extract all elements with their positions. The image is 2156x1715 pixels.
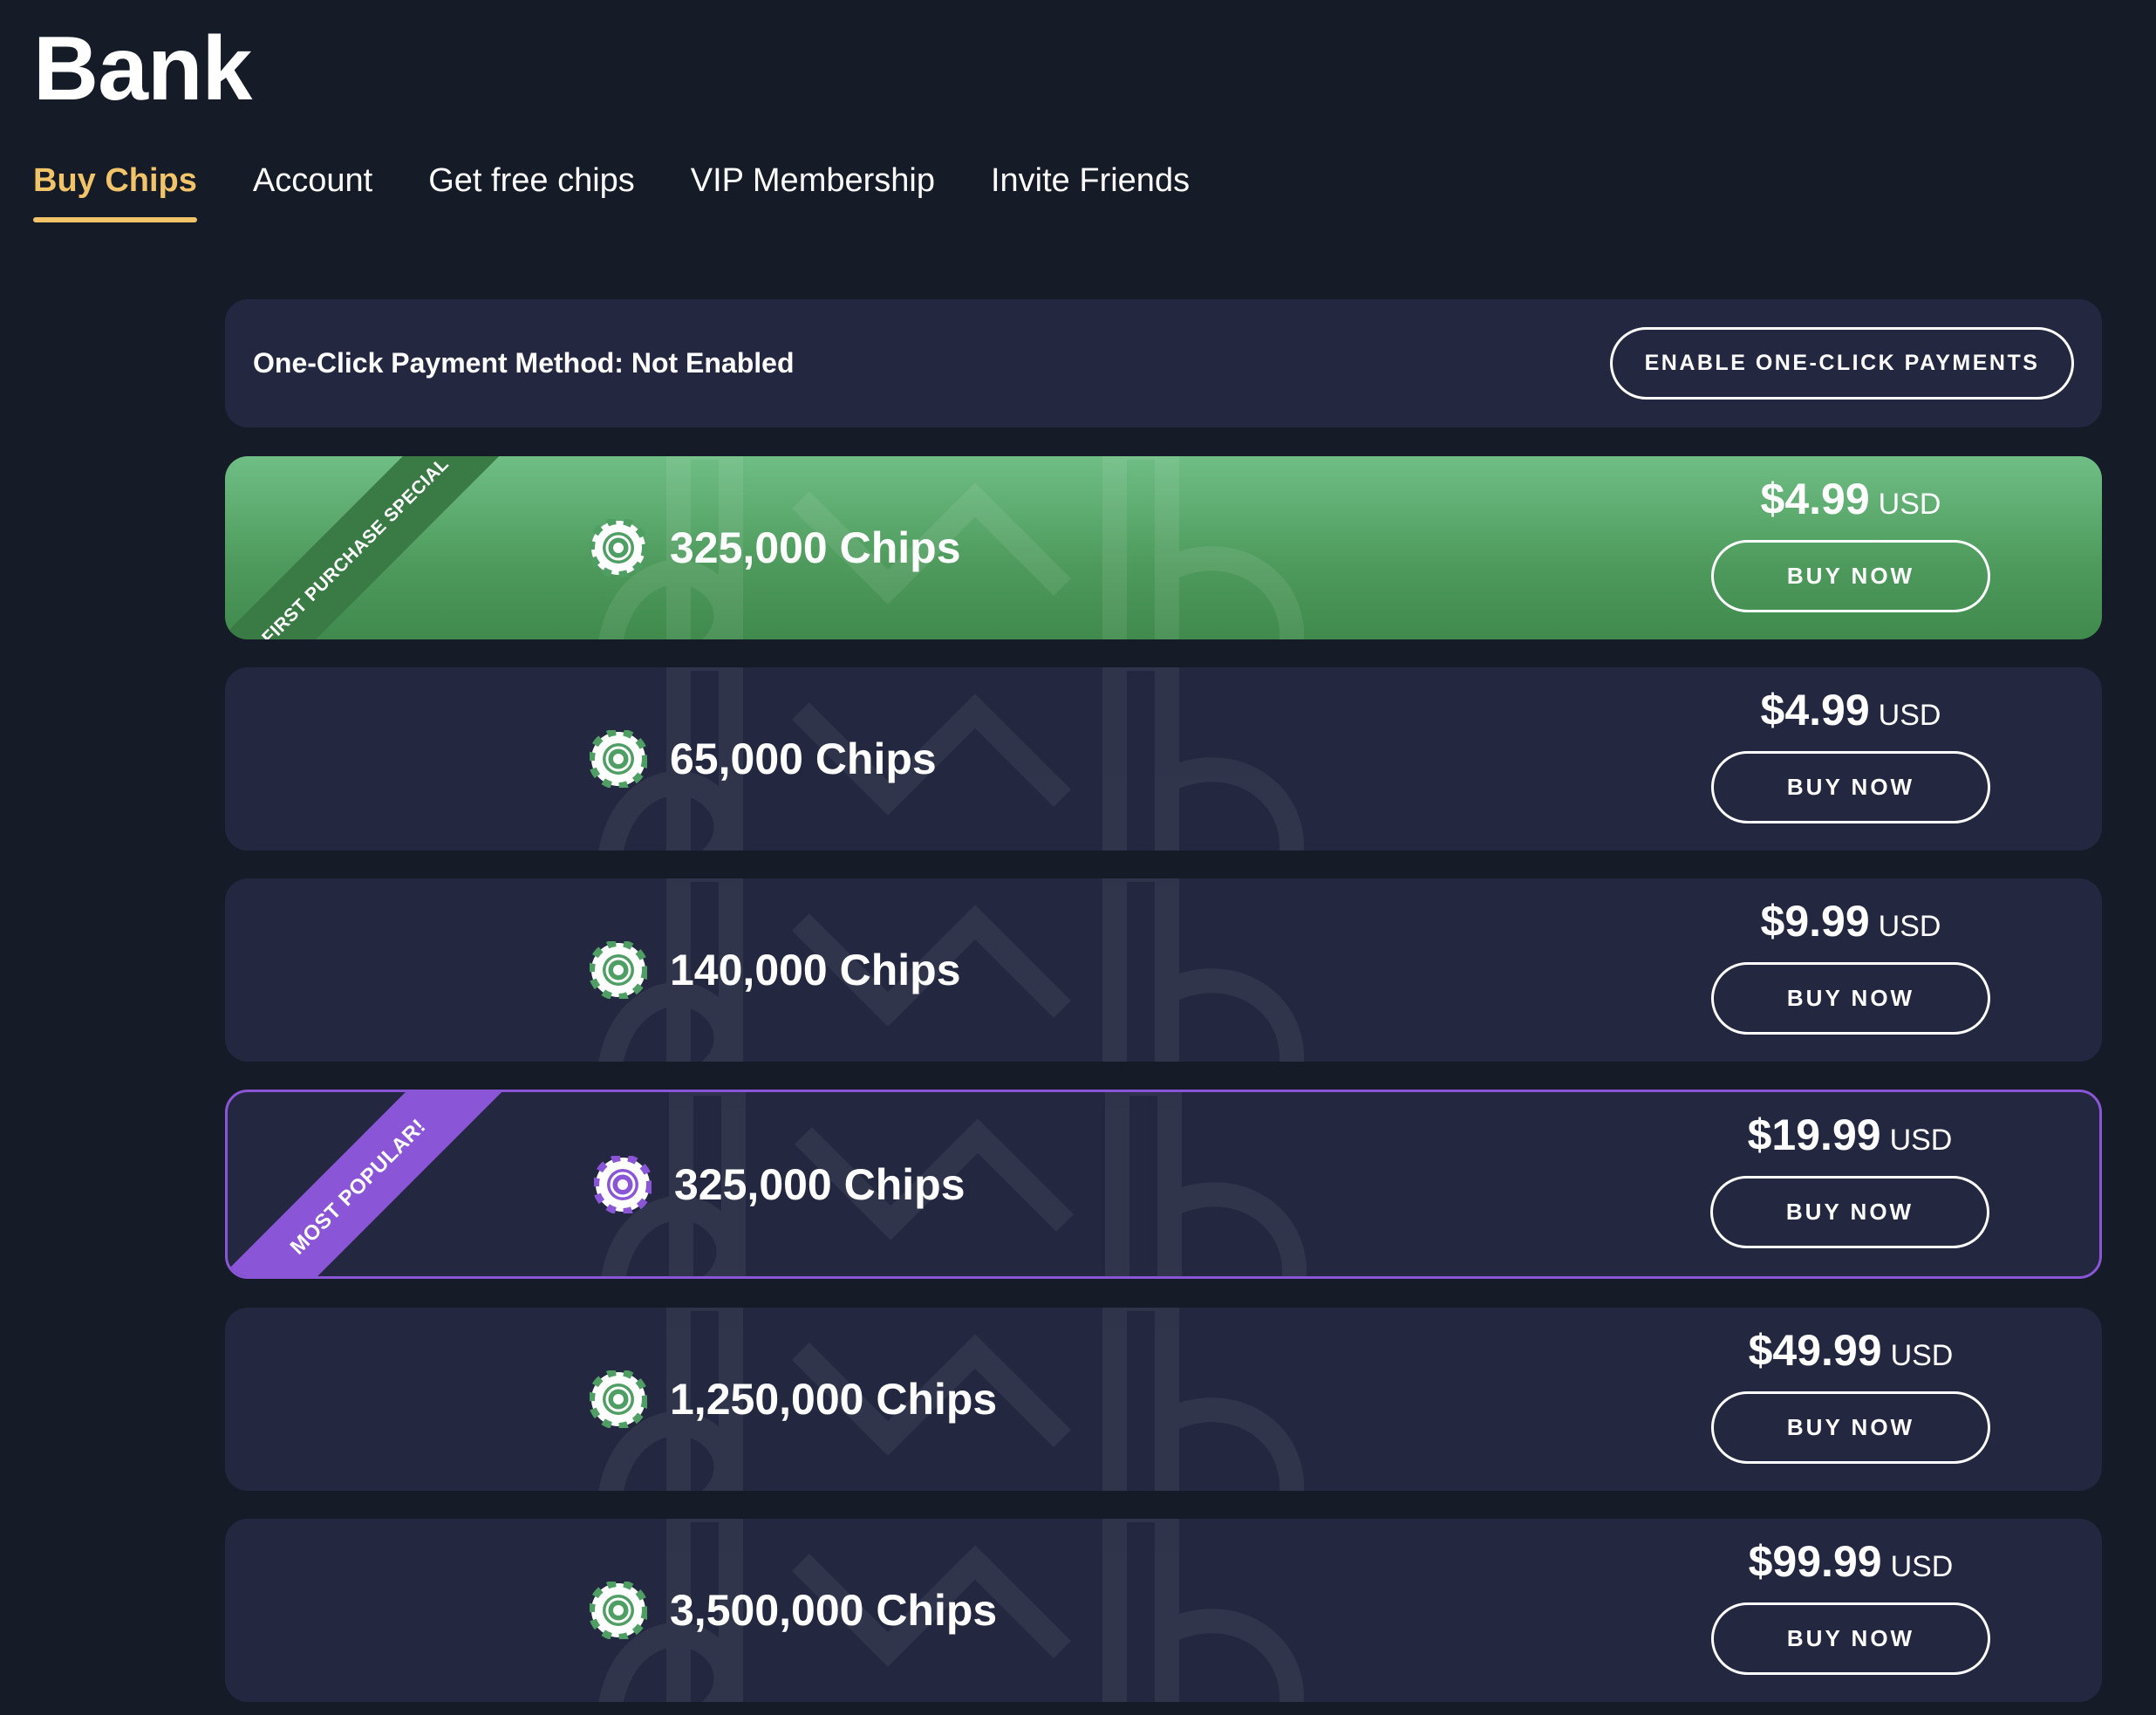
payment-status-text: One-Click Payment Method: Not Enabled xyxy=(253,347,795,379)
price-amount: $19.99 xyxy=(1747,1110,1881,1159)
price-column: $9.99 USD BUY NOW xyxy=(1711,896,1990,1035)
chip-package-info: 325,000 Chips xyxy=(590,456,961,639)
chip-package-card: MOST POPULAR! 325,000 Chips $19.99 USD B… xyxy=(225,1090,2102,1279)
chip-package-info: 3,500,000 Chips xyxy=(590,1519,997,1702)
tab-vip-membership[interactable]: VIP Membership xyxy=(691,162,935,214)
chip-package-card: 1,250,000 Chips $49.99 USD BUY NOW xyxy=(225,1308,2102,1491)
chips-amount: 65,000 Chips xyxy=(670,735,937,783)
chip-package-info: 65,000 Chips xyxy=(590,667,937,851)
first-purchase-ribbon: FIRST PURCHASE SPECIAL xyxy=(225,456,547,639)
price: $9.99 USD xyxy=(1761,896,1941,957)
tab-buy-chips[interactable]: Buy Chips xyxy=(33,162,197,222)
price-column: $99.99 USD BUY NOW xyxy=(1711,1536,1990,1675)
price: $99.99 USD xyxy=(1749,1536,1954,1597)
poker-chip-icon xyxy=(590,1582,647,1639)
enable-one-click-payments-button[interactable]: ENABLE ONE-CLICK PAYMENTS xyxy=(1610,327,2074,400)
price-currency: USD xyxy=(1878,488,1941,521)
price-amount: $49.99 xyxy=(1748,1326,1882,1375)
chip-package-card: 65,000 Chips $4.99 USD BUY NOW xyxy=(225,667,2102,851)
chip-package-info: 1,250,000 Chips xyxy=(590,1308,997,1491)
tab-get-free-chips[interactable]: Get free chips xyxy=(428,162,635,214)
poker-chip-icon xyxy=(590,730,647,788)
chip-package-info: 140,000 Chips xyxy=(590,878,961,1062)
price-currency: USD xyxy=(1889,1124,1953,1157)
most-popular-ribbon: MOST POPULAR! xyxy=(228,1092,549,1276)
price-amount: $4.99 xyxy=(1760,475,1870,523)
chip-package-info: 325,000 Chips xyxy=(594,1092,965,1276)
chips-amount: 1,250,000 Chips xyxy=(670,1375,998,1424)
poker-chip-icon xyxy=(590,519,647,577)
chip-package-card: FIRST PURCHASE SPECIAL 325,000 Chips $4.… xyxy=(225,456,2102,639)
bank-tabs: Buy Chips Account Get free chips VIP Mem… xyxy=(33,162,1190,222)
price-column: $19.99 USD BUY NOW xyxy=(1710,1110,1989,1248)
tab-account[interactable]: Account xyxy=(253,162,372,214)
price-currency: USD xyxy=(1878,910,1941,943)
price-currency: USD xyxy=(1890,1339,1954,1372)
one-click-payment-bar: One-Click Payment Method: Not Enabled EN… xyxy=(225,299,2102,427)
buy-now-button[interactable]: BUY NOW xyxy=(1711,540,1990,612)
chips-amount: 325,000 Chips xyxy=(674,1159,965,1209)
buy-now-button[interactable]: BUY NOW xyxy=(1711,1391,1990,1464)
chip-package-card: 3,500,000 Chips $99.99 USD BUY NOW xyxy=(225,1519,2102,1702)
poker-chip-icon xyxy=(590,1370,647,1428)
price: $49.99 USD xyxy=(1749,1325,1954,1386)
price-column: $49.99 USD BUY NOW xyxy=(1711,1325,1990,1464)
buy-now-button[interactable]: BUY NOW xyxy=(1710,1176,1989,1248)
price: $4.99 USD xyxy=(1761,685,1941,746)
chip-package-card: 140,000 Chips $9.99 USD BUY NOW xyxy=(225,878,2102,1062)
buy-now-button[interactable]: BUY NOW xyxy=(1711,1602,1990,1675)
poker-chip-icon xyxy=(594,1155,652,1213)
tab-invite-friends[interactable]: Invite Friends xyxy=(991,162,1190,214)
price: $4.99 USD xyxy=(1761,474,1941,535)
price-column: $4.99 USD BUY NOW xyxy=(1711,685,1990,823)
poker-chip-icon xyxy=(590,941,647,999)
price-column: $4.99 USD BUY NOW xyxy=(1711,474,1990,612)
chips-amount: 3,500,000 Chips xyxy=(670,1586,998,1635)
price-amount: $4.99 xyxy=(1760,686,1870,735)
price: $19.99 USD xyxy=(1748,1110,1953,1171)
price-amount: $9.99 xyxy=(1760,897,1870,946)
page-title: Bank xyxy=(33,18,252,120)
buy-now-button[interactable]: BUY NOW xyxy=(1711,751,1990,823)
chips-amount: 325,000 Chips xyxy=(670,523,961,572)
price-currency: USD xyxy=(1878,699,1941,732)
price-amount: $99.99 xyxy=(1748,1537,1882,1586)
price-currency: USD xyxy=(1890,1550,1954,1583)
chips-amount: 140,000 Chips xyxy=(670,946,961,994)
buy-now-button[interactable]: BUY NOW xyxy=(1711,962,1990,1035)
